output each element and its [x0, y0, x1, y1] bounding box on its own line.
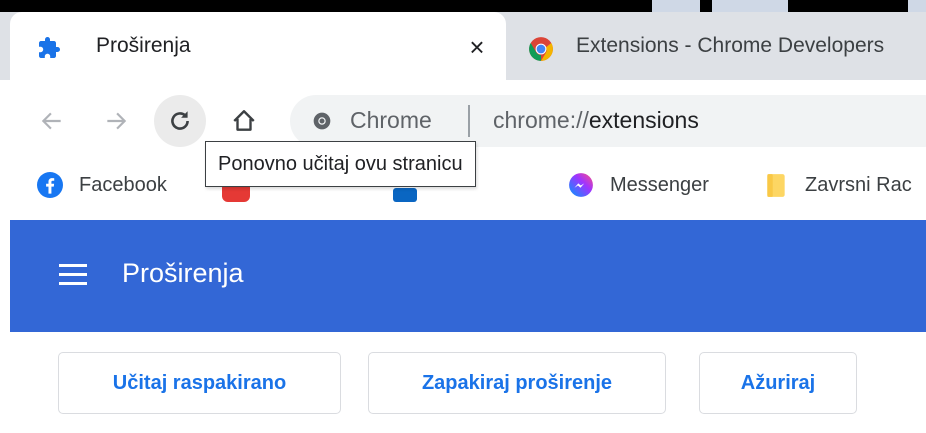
bookmark-messenger[interactable]: Messenger [568, 168, 738, 202]
tab-extensions-active[interactable]: Proširenja × [10, 12, 506, 80]
hamburger-menu-icon[interactable] [59, 262, 87, 288]
update-button[interactable]: Ažuriraj [699, 352, 857, 414]
chrome-icon [313, 112, 331, 130]
background-window-fragment [712, 0, 788, 12]
facebook-icon [37, 172, 63, 198]
reload-icon [171, 111, 189, 130]
bookmark-label: Messenger [610, 174, 709, 196]
reload-tooltip: Ponovno učitaj ovu stranicu [205, 141, 476, 187]
background-window-fragment [652, 0, 700, 12]
bookmark-folder-zavrsni-rad[interactable]: Zavrsni Rac [763, 168, 926, 202]
arrow-left-icon [41, 112, 61, 130]
tab-title: Extensions - Chrome Developers [576, 34, 885, 57]
url-text: chrome://extensions [493, 107, 699, 134]
messenger-icon [569, 173, 593, 197]
address-bar[interactable]: Chrome chrome://extensions [290, 95, 926, 147]
tab-chrome-developers[interactable]: Extensions - Chrome Developers [506, 12, 926, 80]
background-window-fragment [908, 0, 926, 12]
home-icon [233, 110, 255, 131]
omnibox-divider [468, 105, 470, 137]
window-top-edge [0, 0, 926, 12]
bookmark-facebook[interactable]: Facebook [37, 168, 207, 202]
reload-button[interactable] [154, 95, 206, 147]
close-tab-icon[interactable]: × [463, 33, 491, 61]
bookmark-label: Facebook [79, 174, 167, 196]
site-chip-label: Chrome [350, 107, 432, 133]
tab-strip: Proširenja × Extensions - Chrome Develop… [0, 0, 926, 80]
back-button[interactable] [26, 95, 78, 147]
url-path: extensions [588, 107, 699, 133]
url-scheme: chrome:// [493, 107, 589, 133]
folder-icon [767, 174, 785, 197]
home-button[interactable] [218, 95, 270, 147]
chrome-icon [529, 37, 553, 61]
tab-title: Proširenja [96, 34, 191, 57]
load-unpacked-button[interactable]: Učitaj raspakirano [58, 352, 341, 414]
arrow-right-icon [107, 112, 127, 130]
bookmark-label: Zavrsni Rac [805, 174, 912, 196]
forward-button[interactable] [90, 95, 142, 147]
page-title: Proširenja [122, 258, 244, 288]
extensions-header: Proširenja [10, 220, 926, 332]
puzzle-icon [39, 37, 60, 58]
pack-extension-button[interactable]: Zapakiraj proširenje [368, 352, 666, 414]
linkedin-icon [393, 188, 417, 202]
